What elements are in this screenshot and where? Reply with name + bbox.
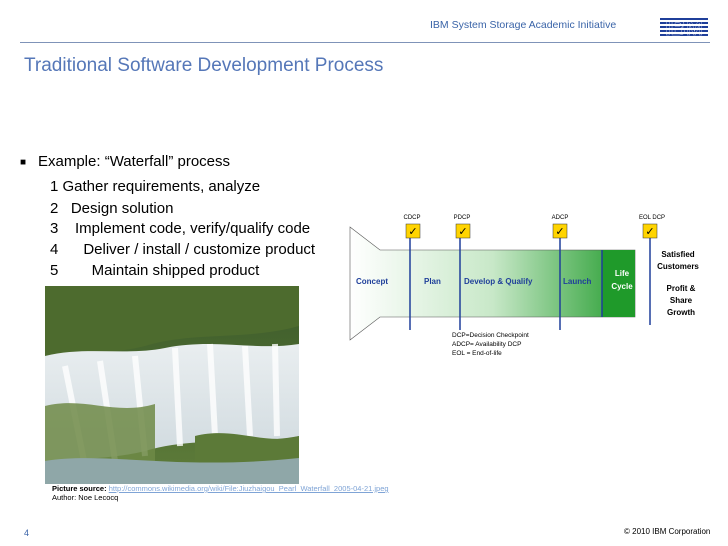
legend-item: DCP=Decision Checkpoint — [452, 332, 529, 339]
picture-source-label: Picture source: — [52, 484, 107, 493]
copyright: © 2010 IBM Corporation — [624, 527, 711, 536]
outcome-label: Growth — [667, 308, 695, 317]
phase-label: Concept — [356, 277, 388, 286]
checkpoint-label: EOL DCP — [639, 215, 665, 221]
page-title: Traditional Software Development Process — [24, 55, 384, 76]
phase-label: Plan — [424, 277, 441, 286]
picture-source: Picture source: http://commons.wikimedia… — [52, 484, 389, 493]
checkpoint-label: PDCP — [454, 215, 471, 221]
header-initiative: IBM System Storage Academic Initiative — [430, 19, 617, 31]
waterfall-diagram: CDCP PDCP ADCP EOL DCP ✓ ✓ ✓ ✓ Concept P… — [349, 215, 699, 357]
svg-text:✓: ✓ — [645, 225, 654, 238]
ibm-logo: IBM — [660, 17, 708, 38]
legend-item: ADCP= Availability DCP — [452, 341, 521, 348]
picture-source-link[interactable]: http://commons.wikimedia.org/wiki/File:J… — [109, 484, 389, 493]
step-item: 4 Deliver / install / customize product — [50, 241, 316, 258]
svg-text:✓: ✓ — [555, 225, 564, 238]
page-number: 4 — [24, 528, 30, 538]
lifecycle-label: Life — [615, 269, 630, 278]
checkpoint-label: ADCP — [552, 215, 569, 221]
outcome-label: Satisfied — [661, 250, 694, 259]
waterfall-photo — [45, 286, 299, 484]
outcome-label: Profit & — [667, 284, 696, 293]
check-icon: ✓ — [405, 223, 421, 239]
step-item: 1 Gather requirements, analyze — [50, 178, 261, 195]
svg-text:✓: ✓ — [408, 225, 417, 238]
svg-text:✓: ✓ — [458, 225, 467, 238]
bullet-icon: ■ — [20, 157, 27, 168]
step-item: 2 Design solution — [50, 200, 174, 217]
check-icon: ✓ — [642, 223, 658, 239]
phase-label: Launch — [563, 277, 592, 286]
check-icon: ✓ — [455, 223, 471, 239]
check-icon: ✓ — [552, 223, 568, 239]
lifecycle-label: Cycle — [611, 282, 633, 291]
outcome-label: Share — [670, 296, 693, 305]
phase-label: Develop & Qualify — [464, 277, 533, 286]
outcome-label: Customers — [657, 262, 699, 271]
step-item: 5 Maintain shipped product — [50, 262, 260, 279]
step-item: 3 Implement code, verify/qualify code — [50, 220, 311, 237]
ibm-logo-text: IBM — [665, 17, 704, 38]
header-divider — [20, 42, 710, 43]
checkpoint-label: CDCP — [403, 215, 420, 221]
picture-author: Author: Noe Lecocq — [52, 493, 119, 502]
legend-item: EOL = End-of-life — [452, 350, 502, 357]
example-heading: Example: “Waterfall” process — [38, 153, 230, 170]
